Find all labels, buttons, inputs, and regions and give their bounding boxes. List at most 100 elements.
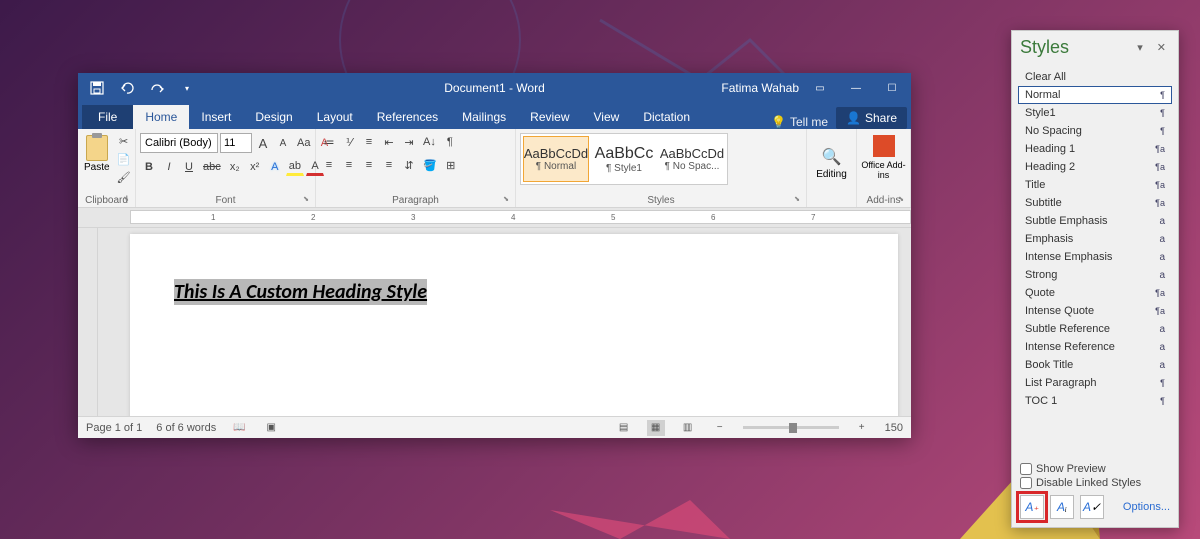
cut-icon[interactable]: ✂ [116, 133, 132, 149]
zoom-slider[interactable] [743, 426, 839, 429]
page-count[interactable]: Page 1 of 1 [86, 422, 142, 434]
style-item-subtle-reference[interactable]: Subtle Referencea [1018, 320, 1172, 338]
options-link[interactable]: Options... [1123, 501, 1170, 513]
page[interactable]: This Is A Custom Heading Style [130, 234, 898, 416]
paste-button[interactable]: Paste [82, 133, 112, 175]
style-item-book-title[interactable]: Book Titlea [1018, 356, 1172, 374]
editing-label[interactable]: Editing [816, 169, 847, 180]
redo-icon[interactable] [144, 76, 170, 100]
find-icon[interactable]: 🔍 [822, 147, 842, 167]
macro-icon[interactable]: ▣ [262, 420, 280, 436]
read-mode-icon[interactable]: ▤ [615, 420, 633, 436]
grow-font-button[interactable]: A [254, 134, 272, 152]
text-effects-button[interactable]: A [266, 158, 284, 176]
minimize-icon[interactable]: — [841, 76, 871, 100]
save-icon[interactable] [84, 76, 110, 100]
style-style1[interactable]: AaBbCc ¶ Style1 [591, 136, 657, 182]
style-gallery[interactable]: AaBbCcDd ¶ Normal AaBbCc ¶ Style1 AaBbCc… [520, 133, 728, 185]
undo-icon[interactable] [114, 76, 140, 100]
print-layout-icon[interactable]: ▦ [647, 420, 665, 436]
disable-linked-checkbox[interactable]: Disable Linked Styles [1020, 477, 1170, 489]
style-item-no-spacing[interactable]: No Spacing¶ [1018, 122, 1172, 140]
change-case-button[interactable]: Aa [294, 134, 313, 152]
font-size-input[interactable] [220, 133, 252, 153]
tab-file[interactable]: File [82, 105, 133, 129]
style-item-strong[interactable]: Stronga [1018, 266, 1172, 284]
shrink-font-button[interactable]: A [274, 134, 292, 152]
style-item-style1[interactable]: Style1¶ [1018, 104, 1172, 122]
outdent-button[interactable]: ⇤ [380, 133, 398, 151]
web-layout-icon[interactable]: ▥ [679, 420, 697, 436]
style-item-heading-1[interactable]: Heading 1¶a [1018, 140, 1172, 158]
word-count[interactable]: 6 of 6 words [156, 422, 216, 434]
strike-button[interactable]: abc [200, 158, 224, 176]
style-item-quote[interactable]: Quote¶a [1018, 284, 1172, 302]
superscript-button[interactable]: x² [246, 158, 264, 176]
zoom-value[interactable]: 150 [885, 422, 903, 434]
tab-design[interactable]: Design [243, 105, 304, 129]
style-item-intense-emphasis[interactable]: Intense Emphasisa [1018, 248, 1172, 266]
show-preview-checkbox[interactable]: Show Preview [1020, 463, 1170, 475]
style-item-intense-reference[interactable]: Intense Referencea [1018, 338, 1172, 356]
line-spacing-button[interactable]: ⇵ [400, 156, 418, 174]
style-inspector-button[interactable]: Aᵢ [1050, 495, 1074, 519]
style-item-emphasis[interactable]: Emphasisa [1018, 230, 1172, 248]
vertical-ruler[interactable] [78, 228, 98, 416]
tab-review[interactable]: Review [518, 105, 581, 129]
subscript-button[interactable]: x₂ [226, 158, 244, 176]
manage-styles-button[interactable]: A✓ [1080, 495, 1104, 519]
style-item-subtle-emphasis[interactable]: Subtle Emphasisa [1018, 212, 1172, 230]
new-style-button[interactable]: A₊ [1020, 495, 1044, 519]
office-addins-icon[interactable] [873, 135, 895, 157]
multilevel-button[interactable]: ≡ [360, 133, 378, 151]
style-item-title[interactable]: Title¶a [1018, 176, 1172, 194]
office-addins-label[interactable]: Office Add-ins [861, 161, 906, 181]
pane-dropdown-icon[interactable]: ▾ [1133, 39, 1147, 56]
style-item-subtitle[interactable]: Subtitle¶a [1018, 194, 1172, 212]
style-item-toc-1[interactable]: TOC 1¶ [1018, 392, 1172, 410]
style-nospacing[interactable]: AaBbCcDd ¶ No Spac... [659, 136, 725, 182]
bullets-button[interactable]: ≔ [320, 133, 338, 151]
qat-dropdown-icon[interactable]: ▾ [174, 76, 200, 100]
pane-close-icon[interactable]: ✕ [1153, 39, 1170, 56]
style-item-heading-2[interactable]: Heading 2¶a [1018, 158, 1172, 176]
ribbon-display-icon[interactable]: ▭ [805, 76, 835, 100]
zoom-out-icon[interactable]: − [711, 420, 729, 436]
align-right-button[interactable]: ≡ [360, 156, 378, 174]
style-item-intense-quote[interactable]: Intense Quote¶a [1018, 302, 1172, 320]
underline-button[interactable]: U [180, 158, 198, 176]
shading-button[interactable]: 🪣 [420, 156, 440, 174]
document-heading[interactable]: This Is A Custom Heading Style [174, 279, 427, 305]
italic-button[interactable]: I [160, 158, 178, 176]
bold-button[interactable]: B [140, 158, 158, 176]
align-center-button[interactable]: ≡ [340, 156, 358, 174]
numbering-button[interactable]: ⅟ [340, 133, 358, 151]
tab-references[interactable]: References [365, 105, 450, 129]
justify-button[interactable]: ≡ [380, 156, 398, 174]
style-item-clear-all[interactable]: Clear All [1018, 68, 1172, 86]
show-marks-button[interactable]: ¶ [441, 133, 459, 151]
style-item-list-paragraph[interactable]: List Paragraph¶ [1018, 374, 1172, 392]
ruler[interactable]: 1 2 3 4 5 6 7 [78, 208, 911, 228]
align-left-button[interactable]: ≡ [320, 156, 338, 174]
tab-home[interactable]: Home [133, 105, 189, 129]
tell-me[interactable]: 💡Tell me [771, 115, 828, 129]
tab-view[interactable]: View [582, 105, 632, 129]
style-item-normal[interactable]: Normal¶ [1018, 86, 1172, 104]
tab-mailings[interactable]: Mailings [450, 105, 518, 129]
font-name-input[interactable] [140, 133, 218, 153]
share-button[interactable]: 👤Share [836, 107, 907, 129]
borders-button[interactable]: ⊞ [442, 156, 460, 174]
zoom-in-icon[interactable]: + [853, 420, 871, 436]
spellcheck-icon[interactable]: 📖 [230, 420, 248, 436]
indent-button[interactable]: ⇥ [400, 133, 418, 151]
tab-dictation[interactable]: Dictation [631, 105, 702, 129]
copy-icon[interactable]: 📄 [116, 151, 132, 167]
highlight-button[interactable]: ab [286, 158, 304, 176]
tab-insert[interactable]: Insert [189, 105, 243, 129]
tab-layout[interactable]: Layout [305, 105, 365, 129]
format-painter-icon[interactable]: 🖌 [116, 169, 132, 185]
maximize-icon[interactable]: ☐ [877, 76, 907, 100]
style-normal[interactable]: AaBbCcDd ¶ Normal [523, 136, 589, 182]
sort-button[interactable]: A↓ [420, 133, 439, 151]
